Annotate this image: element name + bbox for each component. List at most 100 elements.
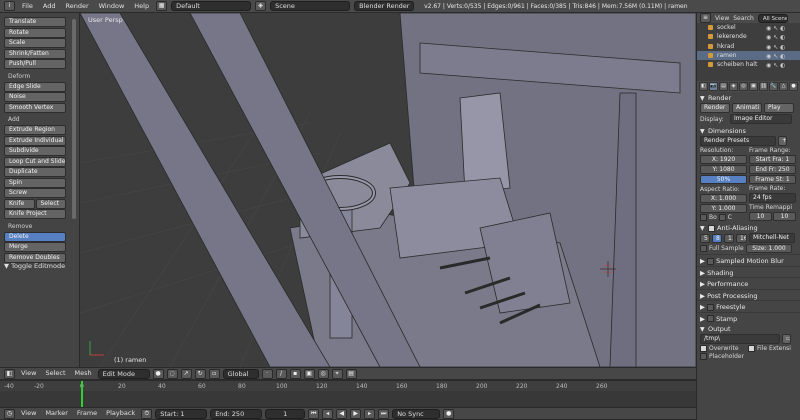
info-editor-icon[interactable]: i	[4, 1, 15, 11]
outliner-row[interactable]: sockel ◉ ↖ ◐	[697, 23, 800, 32]
occlude-icon[interactable]: ▣	[303, 368, 315, 379]
resolution-percent-slider[interactable]: 50%	[700, 175, 747, 184]
resolution-y-field[interactable]: Y: 1080	[700, 165, 747, 174]
screen-layout-select[interactable]: Default	[171, 1, 252, 11]
shrink-fatten-button[interactable]: Shrink/Fatten	[4, 48, 66, 59]
menu-add[interactable]: Add	[40, 0, 59, 13]
aspect-x-field[interactable]: X: 1.000	[700, 193, 747, 203]
motion-blur-checkbox[interactable]	[707, 257, 715, 265]
editor-type-icon[interactable]: ◧	[699, 82, 708, 91]
screw-button[interactable]: Screw	[4, 188, 66, 198]
proportional-icon[interactable]: ◎	[317, 368, 329, 379]
scene-select[interactable]: Scene	[270, 1, 351, 11]
shading-icon[interactable]: ●	[152, 368, 164, 379]
outliner-row-selected[interactable]: ramen ◉ ↖ ◐	[697, 50, 800, 61]
preview-range-icon[interactable]: ⏱	[141, 408, 153, 419]
vertex-select-icon[interactable]: ·	[261, 368, 273, 379]
aa-enable-checkbox[interactable]	[708, 224, 715, 232]
next-key-icon[interactable]: ▸	[364, 408, 376, 419]
render-panel-header[interactable]: ▼ Render	[697, 92, 800, 103]
snap-icon[interactable]: ⌖	[331, 368, 343, 379]
subdivide-button[interactable]: Subdivide	[4, 146, 66, 156]
record-icon[interactable]: ●	[443, 408, 455, 419]
menu-render[interactable]: Render	[62, 0, 91, 13]
knife-project-button[interactable]: Knife Project	[4, 209, 66, 219]
timeline-track[interactable]	[0, 391, 696, 408]
edge-select-icon[interactable]: /	[275, 368, 287, 379]
visibility-icons[interactable]: ◉ ↖ ◐	[766, 61, 785, 70]
vp-menu-mesh[interactable]: Mesh	[72, 367, 95, 380]
render-layers-tab-icon[interactable]: ▤	[719, 82, 728, 91]
3d-viewport[interactable]: User Persp (1) ramen	[80, 13, 696, 367]
render-presets-select[interactable]: Render Presets	[700, 136, 776, 146]
border-checkbox[interactable]: Bo	[700, 213, 717, 221]
overwrite-checkbox[interactable]: Overwrite	[700, 345, 746, 352]
data-tab-icon[interactable]: △	[779, 82, 788, 91]
aa-samples-16[interactable]: 16	[736, 233, 747, 243]
tl-menu-marker[interactable]: Marker	[42, 407, 70, 420]
aa-size-field[interactable]: Size: 1.000	[746, 244, 792, 253]
rotate-button[interactable]: Rotate	[4, 27, 66, 38]
orientation-select[interactable]: Global	[222, 368, 259, 379]
aa-panel-header[interactable]: ▼ Anti-Aliasing	[697, 222, 800, 233]
scene-icon[interactable]: ◈	[255, 1, 267, 11]
play-button[interactable]: Play	[764, 103, 794, 113]
knife-button[interactable]: Knife	[4, 198, 35, 209]
dimensions-panel-header[interactable]: ▼ Dimensions	[697, 125, 800, 136]
pivot-icon[interactable]: ◌	[166, 368, 178, 379]
remap-new-field[interactable]: 10	[773, 212, 796, 221]
animation-button[interactable]: Animati	[732, 103, 762, 113]
crop-checkbox[interactable]: C	[718, 213, 732, 221]
merge-button[interactable]: Merge	[4, 242, 66, 252]
render-button[interactable]: Render	[700, 103, 730, 113]
menu-file[interactable]: File	[19, 0, 36, 13]
rotate-manipulator-icon[interactable]: ↻	[194, 368, 206, 379]
aspect-y-field[interactable]: Y: 1.000	[700, 203, 747, 213]
start-frame-field[interactable]: Start: 1	[155, 408, 208, 419]
aa-samples-8[interactable]: 8	[712, 233, 722, 243]
spin-button[interactable]: Spin	[4, 177, 66, 188]
tl-menu-view[interactable]: View	[18, 407, 39, 420]
toggle-editmode-panel[interactable]: ▼ Toggle Editmode	[4, 262, 65, 270]
freestyle-panel[interactable]: ▶ Freestyle	[697, 300, 800, 312]
duplicate-button[interactable]: Duplicate	[4, 167, 66, 177]
aa-samples-11[interactable]: 11	[724, 233, 734, 243]
extrude-individual-button[interactable]: Extrude Individual	[4, 135, 66, 146]
tool-shelf-scrollbar[interactable]	[72, 19, 76, 219]
knife-select-button[interactable]: Select	[35, 198, 66, 209]
stamp-checkbox[interactable]	[707, 315, 715, 322]
scale-manipulator-icon[interactable]: ▫	[208, 368, 220, 379]
smooth-vertex-button[interactable]: Smooth Vertex	[4, 102, 66, 113]
add-preset-button[interactable]: +	[778, 136, 787, 146]
end-frame-prop[interactable]: End Fr: 250	[749, 165, 796, 174]
remove-doubles-button[interactable]: Remove Doubles	[4, 252, 66, 263]
freestyle-checkbox[interactable]	[707, 303, 715, 311]
motion-blur-panel[interactable]: ▶ Sampled Motion Blur	[697, 254, 800, 266]
tl-menu-playback[interactable]: Playback	[103, 407, 138, 420]
file-extensions-checkbox[interactable]: File Extensi	[748, 345, 794, 352]
timeline-editor-icon[interactable]: ◷	[4, 408, 15, 419]
scale-button[interactable]: Scale	[4, 38, 66, 48]
material-tab-icon[interactable]: ●	[789, 82, 798, 91]
screen-layout-icon[interactable]: ▦	[156, 1, 168, 11]
output-panel-header[interactable]: ▼ Output	[697, 323, 800, 334]
mode-select[interactable]: Edit Mode	[97, 368, 150, 379]
display-select[interactable]: Image Editor	[730, 114, 792, 124]
extrude-region-button[interactable]: Extrude Region	[4, 125, 66, 135]
frame-step-prop[interactable]: Frame St: 1	[749, 175, 796, 184]
stamp-panel[interactable]: ▶ Stamp	[697, 311, 800, 324]
performance-panel[interactable]: ▶ Performance	[697, 277, 800, 289]
outliner-menu-view[interactable]: View	[715, 15, 729, 22]
jump-start-icon[interactable]: ⏮	[308, 408, 320, 419]
world-tab-icon[interactable]: ◎	[739, 82, 748, 91]
play-reverse-icon[interactable]: ◀	[336, 408, 348, 419]
editor-type-icon[interactable]: ◧	[4, 368, 15, 379]
tl-menu-frame[interactable]: Frame	[74, 407, 100, 420]
loop-cut-button[interactable]: Loop Cut and Slide	[4, 156, 66, 167]
layers-icon[interactable]: ▤	[345, 368, 357, 379]
face-select-icon[interactable]: ▪	[289, 368, 301, 379]
delete-button[interactable]: Delete	[4, 231, 66, 242]
render-tab-icon[interactable]: 📷	[709, 82, 718, 91]
vp-menu-select[interactable]: Select	[42, 367, 68, 380]
sync-mode-select[interactable]: No Sync	[392, 408, 441, 419]
